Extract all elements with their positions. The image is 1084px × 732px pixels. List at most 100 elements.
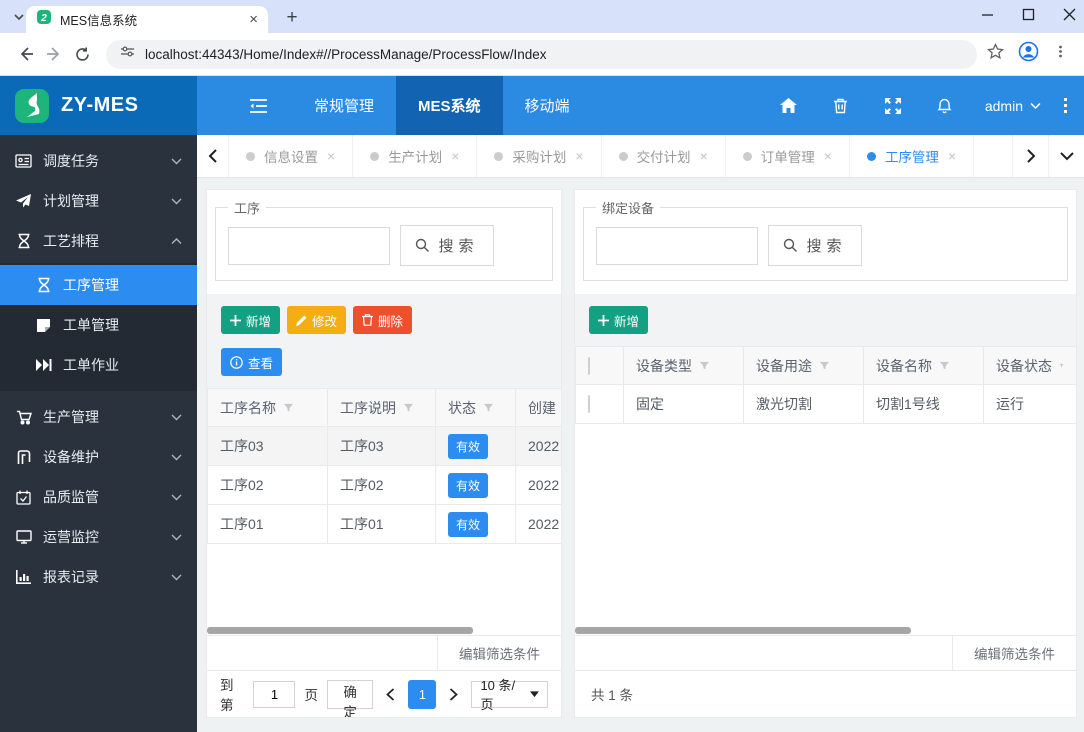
page-size-select[interactable]: 10 条/页: [471, 678, 548, 712]
url-bar[interactable]: localhost:44343/Home/Index#//ProcessMana…: [106, 39, 977, 69]
back-icon[interactable]: [12, 40, 40, 68]
next-page-icon[interactable]: [445, 687, 462, 701]
bookmark-star-icon[interactable]: [987, 42, 1004, 65]
cell-device-name: 切割1号线: [863, 384, 984, 424]
tab-info-settings[interactable]: 信息设置 ×: [229, 135, 354, 177]
column-header[interactable]: 工序说明: [327, 388, 436, 427]
device-search-button[interactable]: 搜索: [768, 225, 862, 266]
sidebar-item-dispatch[interactable]: 调度任务: [0, 141, 197, 181]
column-header[interactable]: 创建: [515, 388, 561, 427]
tab-scroll-left-icon[interactable]: [197, 135, 229, 177]
status-badge: 有效: [448, 433, 489, 459]
tab-production-plan[interactable]: 生产计划 ×: [353, 135, 478, 177]
tab-close-icon[interactable]: ×: [700, 148, 708, 164]
nav-item-mobile[interactable]: 移动端: [503, 76, 592, 135]
delete-button[interactable]: 删除: [353, 306, 413, 334]
user-menu[interactable]: admin: [971, 76, 1055, 135]
row-checkbox[interactable]: [588, 395, 590, 413]
browser-tab[interactable]: 2 MES信息系统 ×: [26, 6, 268, 33]
filter-icon[interactable]: [699, 360, 710, 371]
header-more-icon[interactable]: [1055, 76, 1084, 135]
home-icon[interactable]: [763, 76, 815, 135]
sidebar-item-process-manage[interactable]: 工序管理: [0, 265, 197, 305]
filter-icon[interactable]: [283, 402, 294, 413]
sidebar-item-equipment[interactable]: 设备维护: [0, 437, 197, 477]
column-header[interactable]: 状态: [435, 388, 516, 427]
tab-delivery-plan[interactable]: 交付计划 ×: [602, 135, 726, 177]
process-search-button[interactable]: 搜索: [400, 225, 494, 266]
window-close-icon[interactable]: [1063, 8, 1076, 26]
fullscreen-icon[interactable]: [867, 76, 919, 135]
column-header[interactable]: 设备名称: [863, 346, 984, 385]
edit-button[interactable]: 修改: [287, 306, 347, 334]
sidebar-item-process-schedule[interactable]: 工艺排程: [0, 221, 197, 261]
table-row[interactable]: 工序01 工序01 有效 2022: [207, 504, 561, 544]
edit-filter-link[interactable]: 编辑筛选条件: [952, 636, 1076, 670]
new-tab-icon[interactable]: +: [280, 6, 304, 30]
tab-order-manage[interactable]: 订单管理 ×: [726, 135, 850, 177]
profile-icon[interactable]: [1018, 41, 1039, 67]
forward-icon[interactable]: [40, 40, 68, 68]
plus-icon: [230, 314, 241, 326]
tab-process-manage[interactable]: 工序管理 ×: [850, 135, 975, 177]
add-device-button[interactable]: 新增: [589, 306, 649, 334]
table-row[interactable]: 工序02 工序02 有效 2022: [207, 465, 561, 505]
process-search-input[interactable]: [228, 226, 390, 265]
column-header[interactable]: 设备类型: [623, 346, 744, 385]
filter-icon[interactable]: [939, 360, 950, 371]
filter-icon[interactable]: [483, 402, 494, 413]
filter-icon[interactable]: [1059, 360, 1064, 371]
sidebar-item-plan[interactable]: 计划管理: [0, 181, 197, 221]
nav-item-mes[interactable]: MES系统: [396, 76, 503, 135]
sidebar-item-operations[interactable]: 运营监控: [0, 517, 197, 557]
sidebar-item-workorder-manage[interactable]: 工单管理: [0, 305, 197, 345]
cell-device-usage: 激光切割: [743, 384, 864, 424]
table-row[interactable]: 工序03 工序03 有效 2022: [207, 426, 561, 466]
tab-close-icon[interactable]: ×: [249, 12, 258, 27]
tab-purchase-plan[interactable]: 采购计划 ×: [477, 135, 602, 177]
window-minimize-icon[interactable]: [981, 8, 994, 26]
table-header-row: 工序名称 工序说明 状态 创建: [207, 388, 561, 427]
current-page[interactable]: 1: [408, 679, 437, 709]
add-button[interactable]: 新增: [221, 306, 281, 334]
trash-icon[interactable]: [815, 76, 867, 135]
confirm-page-button[interactable]: 确定: [326, 679, 374, 717]
tab-close-icon[interactable]: ×: [575, 148, 583, 164]
column-header[interactable]: 设备状态: [983, 346, 1076, 385]
prev-page-icon[interactable]: [382, 687, 399, 701]
collapse-menu-icon[interactable]: [225, 76, 292, 135]
delete-button-label: 删除: [378, 314, 404, 329]
tab-list-dropdown-icon[interactable]: [1048, 135, 1084, 177]
browser-menu-icon[interactable]: [1053, 44, 1068, 64]
nav-item-general[interactable]: 常规管理: [292, 76, 396, 135]
sidebar-item-quality[interactable]: 品质监管: [0, 477, 197, 517]
logo[interactable]: ZY-MES: [0, 76, 197, 135]
tab-close-icon[interactable]: ×: [451, 148, 459, 164]
select-all-checkbox[interactable]: [588, 356, 590, 375]
filter-icon[interactable]: [819, 360, 830, 371]
page-number-input[interactable]: [253, 680, 296, 708]
tab-close-icon[interactable]: ×: [948, 148, 956, 164]
sidebar-item-workorder-job[interactable]: 工单作业: [0, 345, 197, 385]
filter-icon[interactable]: [403, 402, 414, 413]
tab-scroll-right-icon[interactable]: [1012, 135, 1048, 177]
fieldset-legend: 绑定设备: [602, 201, 655, 216]
bell-icon[interactable]: [919, 76, 971, 135]
app-header: ZY-MES 常规管理 MES系统 移动端 admin: [0, 76, 1084, 135]
reload-icon[interactable]: [68, 40, 96, 68]
edit-filter-link[interactable]: 编辑筛选条件: [437, 636, 561, 670]
tab-close-icon[interactable]: ×: [824, 148, 832, 164]
sidebar-item-production[interactable]: 生产管理: [0, 397, 197, 437]
horizontal-scrollbar[interactable]: [207, 627, 561, 635]
table-header-row: 设备类型 设备用途 设备名称 设备状态: [575, 346, 1076, 385]
device-search-input[interactable]: [596, 226, 758, 265]
view-button[interactable]: 查看: [221, 348, 283, 376]
table-row[interactable]: 固定 激光切割 切割1号线 运行: [575, 384, 1076, 424]
horizontal-scrollbar[interactable]: [575, 627, 1076, 635]
tab-close-icon[interactable]: ×: [327, 148, 335, 164]
site-settings-icon[interactable]: [120, 44, 135, 64]
column-header[interactable]: 工序名称: [207, 388, 328, 427]
column-header[interactable]: 设备用途: [743, 346, 864, 385]
sidebar-item-reports[interactable]: 报表记录: [0, 557, 197, 597]
window-maximize-icon[interactable]: [1022, 8, 1035, 26]
